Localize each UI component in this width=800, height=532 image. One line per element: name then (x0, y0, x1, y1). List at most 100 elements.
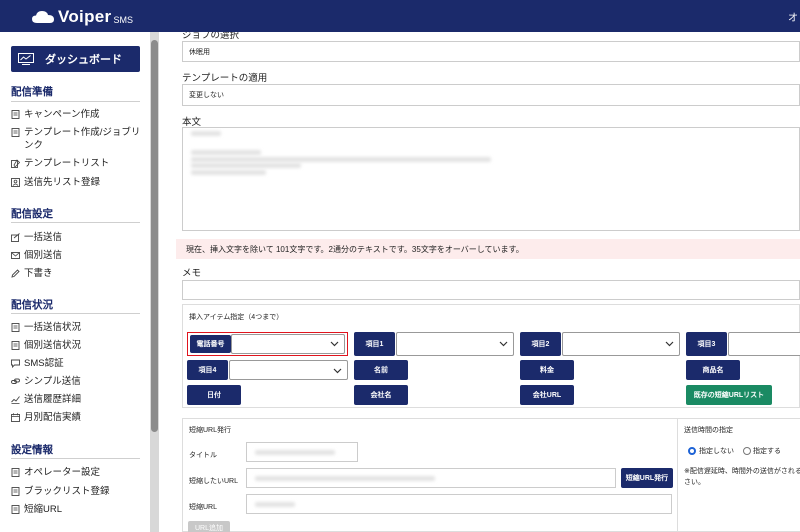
scrollbar-thumb[interactable] (151, 40, 158, 432)
existing-short-url-list-button[interactable]: 既存の短縮URLリスト (686, 385, 772, 405)
memo-field[interactable] (182, 280, 800, 300)
insert-select-3[interactable] (562, 332, 680, 356)
pencil-icon (11, 269, 20, 278)
brand-sub: SMS (113, 14, 133, 25)
insert-select-4[interactable] (728, 332, 800, 356)
send-time-note: ※配信遅延時、時間外の送信がされる (684, 468, 800, 475)
insert-date-button[interactable]: 日付 (187, 385, 241, 405)
blurred-text (255, 450, 335, 455)
section-title-status: 配信状況 (11, 299, 53, 311)
radio-no-schedule[interactable] (688, 447, 696, 455)
insert-label-item1: 項目1 (354, 332, 395, 356)
sidebar (0, 32, 150, 532)
radio-schedule-label: 指定する (753, 448, 781, 455)
sidebar-item-individual-status[interactable]: 個別送信状況 (11, 339, 146, 352)
chat-icon (11, 359, 20, 368)
logo[interactable]: Voiper SMS (32, 7, 133, 27)
insert-fee-button[interactable]: 料金 (520, 360, 574, 380)
section-title-config: 設定情報 (11, 444, 53, 456)
insert-select-5[interactable] (229, 360, 348, 380)
brand-name: Voiper (58, 7, 112, 26)
sidebar-item-monthly-report[interactable]: 月別配信実績 (11, 411, 146, 424)
document-icon (11, 110, 20, 119)
add-url-button[interactable]: URL追加 (188, 521, 230, 532)
short-url-title-label: タイトル (189, 452, 217, 459)
user-menu[interactable]: オ (788, 9, 798, 24)
template-label: テンプレートの適用 (182, 73, 268, 84)
sidebar-item-recipient-list[interactable]: 送信先リスト登録 (11, 176, 146, 189)
document-icon (11, 468, 20, 477)
radio-no-schedule-label: 指定しない (699, 448, 734, 455)
divider (11, 101, 140, 102)
insert-select-2[interactable] (396, 332, 514, 356)
insert-label-phone: 電話番号 (190, 335, 231, 353)
char-count-notice: 現在、挿入文字を除いて 101文字です。2通分のテキストです。35文字をオーバー… (176, 239, 800, 259)
memo-label: メモ (182, 268, 202, 279)
short-url-result-label: 短縮URL (189, 504, 218, 511)
short-url-target-label: 短縮したいURL (189, 478, 239, 485)
blurred-text (191, 170, 266, 175)
sidebar-item-bulk-send[interactable]: 一括送信 (11, 231, 146, 244)
link-icon (11, 378, 20, 384)
section-title-settings: 配信設定 (11, 208, 53, 220)
insert-name-button[interactable]: 名前 (354, 360, 408, 380)
blurred-text (191, 150, 261, 155)
top-bar: Voiper SMS オ (0, 0, 800, 32)
short-url-target-field[interactable] (246, 468, 616, 488)
sidebar-item-operator[interactable]: オペレーター設定 (11, 466, 146, 479)
divider (11, 313, 140, 314)
mail-icon (11, 252, 20, 259)
chevron-down-icon (499, 341, 508, 347)
body-textarea[interactable] (182, 127, 800, 231)
sidebar-scrollbar[interactable] (150, 32, 159, 532)
sidebar-item-sms-auth[interactable]: SMS認証 (11, 357, 146, 370)
insert-select-1[interactable] (231, 334, 345, 354)
history-icon (11, 396, 20, 404)
blurred-text (255, 502, 295, 507)
insert-product-button[interactable]: 商品名 (686, 360, 740, 380)
document-icon (11, 341, 20, 350)
issue-short-url-button[interactable]: 短縮URL発行 (621, 468, 673, 488)
document-icon (11, 505, 20, 514)
template-icon (11, 159, 20, 168)
template-select-field[interactable]: 変更しない (182, 84, 800, 106)
job-select-field[interactable]: 休眠用 (182, 41, 800, 62)
chevron-down-icon (665, 341, 674, 347)
sidebar-item-simple-send[interactable]: シンプル送信 (11, 375, 146, 388)
blurred-text (255, 476, 435, 481)
sidebar-item-send-history[interactable]: 送信履歴詳細 (11, 393, 146, 406)
sidebar-item-template-create[interactable]: テンプレート作成/ジョブリンク (11, 126, 146, 152)
send-icon (11, 233, 20, 242)
cloud-icon (32, 11, 54, 23)
insert-label-item2: 項目2 (520, 332, 561, 356)
sidebar-item-blacklist[interactable]: ブラックリスト登録 (11, 485, 146, 498)
sidebar-item-campaign[interactable]: キャンペーン作成 (11, 108, 146, 121)
insert-items-title: 挿入アイテム指定（4つまで） (189, 314, 284, 321)
short-url-title: 短縮URL発行 (189, 427, 232, 434)
sidebar-item-short-url[interactable]: 短縮URL (11, 503, 146, 516)
radio-schedule[interactable] (743, 447, 751, 455)
dashboard-button[interactable]: ダッシュボード (11, 46, 140, 72)
blurred-text (191, 131, 221, 136)
document-icon (11, 128, 20, 137)
dashboard-label: ダッシュボード (45, 54, 122, 66)
contact-icon (11, 178, 20, 187)
blurred-text (191, 157, 491, 162)
sidebar-item-individual-send[interactable]: 個別送信 (11, 249, 146, 262)
body-label: 本文 (182, 117, 202, 128)
calendar-icon (11, 413, 20, 422)
insert-company-button[interactable]: 会社名 (354, 385, 408, 405)
short-url-result-field[interactable] (246, 494, 672, 514)
sidebar-item-draft[interactable]: 下書き (11, 267, 146, 280)
document-icon (11, 487, 20, 496)
insert-label-item3: 項目3 (686, 332, 727, 356)
short-url-title-field[interactable] (246, 442, 358, 462)
monitor-icon (18, 53, 34, 65)
divider (11, 458, 140, 459)
section-title-prep: 配信準備 (11, 86, 53, 98)
send-time-note-2: さい。 (684, 479, 705, 486)
blurred-text (191, 163, 301, 168)
sidebar-item-bulk-status[interactable]: 一括送信状況 (11, 321, 146, 334)
sidebar-item-template-list[interactable]: テンプレートリスト (11, 157, 146, 170)
insert-company-url-button[interactable]: 会社URL (520, 385, 574, 405)
